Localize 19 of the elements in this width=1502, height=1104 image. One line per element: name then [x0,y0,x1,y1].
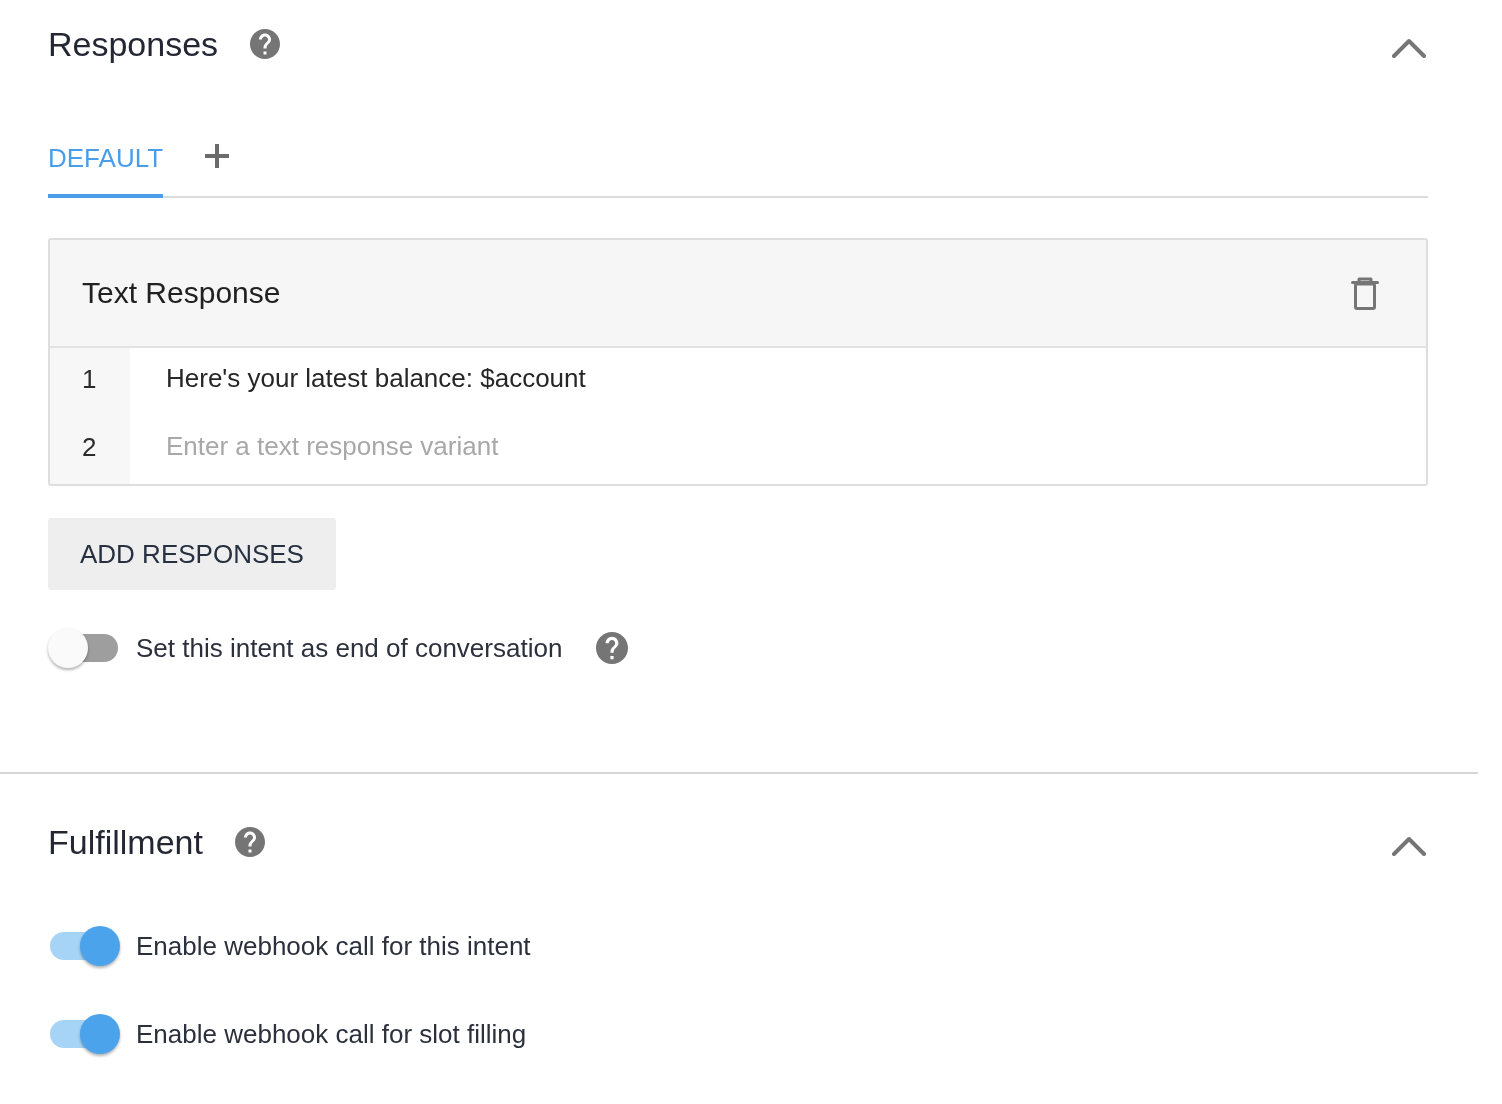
toggle-label: Enable webhook call for slot filling [136,1018,527,1051]
plus-icon[interactable] [204,143,231,169]
toggle-switch[interactable] [48,1014,120,1054]
help-icon[interactable] [234,827,265,857]
help-icon[interactable] [250,29,281,59]
chevron-up-icon[interactable] [1392,38,1426,58]
chevron-up-icon[interactable] [1392,836,1426,856]
line-number: 2 [50,416,130,484]
card-title: Text Response [82,275,281,311]
section-title: Fulfillment [48,822,203,863]
toggle-label: Enable webhook call for this intent [136,930,531,963]
add-responses-button[interactable]: ADD RESPONSES [48,518,336,590]
help-icon[interactable] [596,632,629,664]
section-title: Responses [48,24,219,65]
trash-icon[interactable] [1351,276,1379,310]
toggle-label: Set this intent as end of conversation [136,632,563,665]
line-number: 1 [50,348,130,416]
toggle-switch[interactable] [48,628,120,668]
toggle-switch[interactable] [48,926,120,966]
